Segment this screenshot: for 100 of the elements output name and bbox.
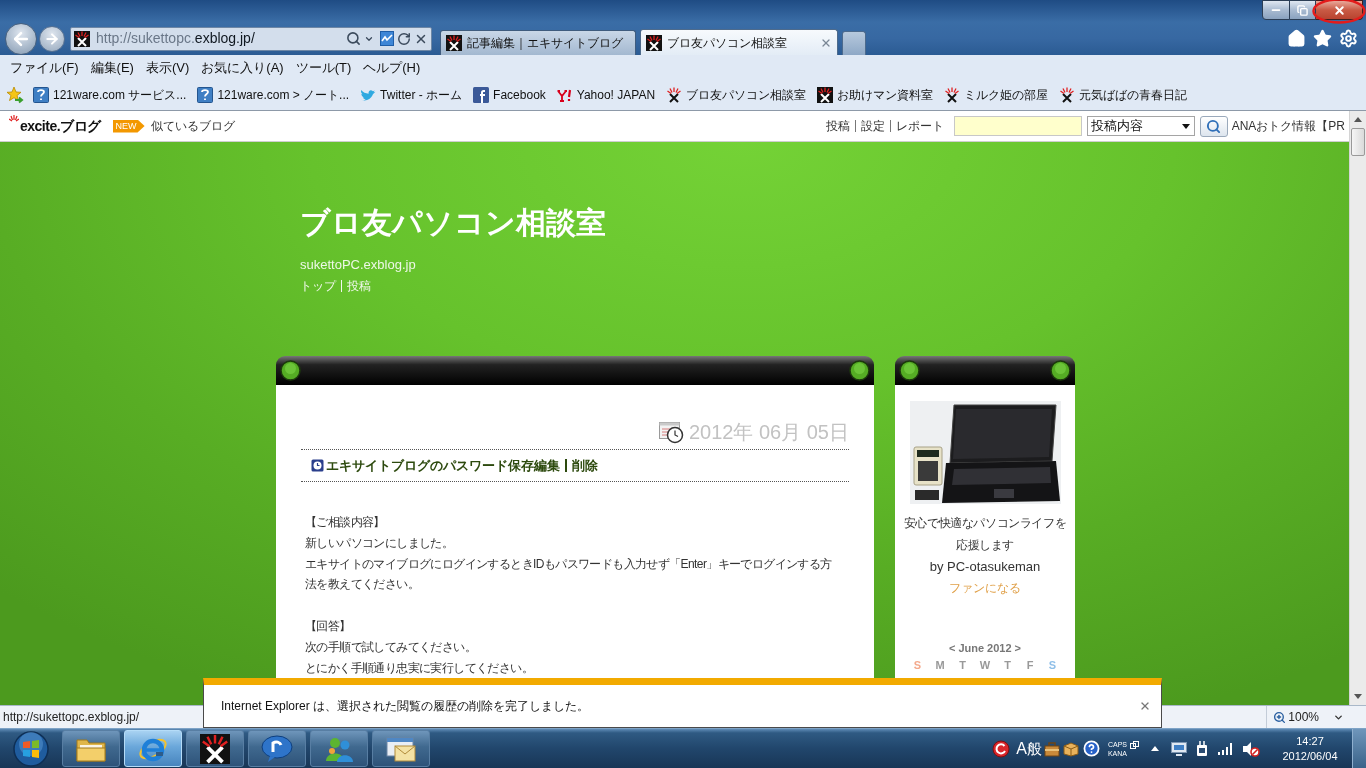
- spark-logo-icon: [446, 35, 462, 51]
- search-button[interactable]: [1199, 115, 1228, 137]
- spark-logo-icon: [646, 34, 662, 51]
- ime-conversion-label[interactable]: 般: [1026, 738, 1042, 759]
- previous-month-link[interactable]: <: [948, 640, 956, 656]
- header-link[interactable]: レポート: [895, 117, 944, 135]
- clock-date[interactable]: 2012/06/04: [1282, 748, 1338, 764]
- menu-item[interactable]: お気に入り(A): [196, 57, 289, 78]
- scroll-up-arrow-icon[interactable]: [1354, 117, 1362, 122]
- zoom-level[interactable]: 100%: [1288, 708, 1319, 726]
- ad-link[interactable]: ANAおトク情報【PR: [1231, 117, 1345, 135]
- weekday-label: T: [1003, 658, 1012, 673]
- show-desktop-button[interactable]: [1352, 729, 1366, 768]
- favorite-link[interactable]: ミルク姫の部屋: [942, 86, 1051, 104]
- forward-button[interactable]: [39, 25, 65, 52]
- post-date: 2012年 06月 05日: [688, 420, 849, 445]
- restore-button[interactable]: [1290, 0, 1316, 20]
- taskbar-app-button[interactable]: [62, 730, 120, 767]
- favorite-link[interactable]: Yahoo! JAPAN: [554, 86, 658, 104]
- start-orb-icon: [13, 730, 49, 767]
- post-text: 【回答】: [305, 618, 351, 635]
- forward-arrow-icon: [44, 30, 60, 47]
- favorite-link[interactable]: Facebook: [471, 86, 548, 104]
- back-button[interactable]: [5, 22, 37, 55]
- settings-icon[interactable]: [1339, 29, 1358, 48]
- y-logo-icon: [556, 88, 573, 102]
- new-badge: NEW: [112, 119, 145, 133]
- status-url: http://sukettopc.exblog.jp/: [3, 709, 140, 726]
- browser-tab[interactable]: 記事編集｜エキサイトブログ: [440, 30, 636, 55]
- favorite-link[interactable]: ブロ友パソコン相談室: [664, 86, 809, 104]
- favorite-link[interactable]: 121ware.com サービス...: [31, 86, 189, 104]
- round-rivet-icon: [1050, 360, 1071, 381]
- notification-message: Internet Explorer は、選択された閲覧の履歴の削除を完了しました。: [221, 698, 590, 715]
- new-tab-button[interactable]: [842, 31, 866, 55]
- taskbar-app-button[interactable]: [372, 730, 430, 767]
- favorite-link[interactable]: お助けマン資料室: [815, 86, 936, 104]
- post-title[interactable]: エキサイトブログのパスワード保存: [326, 455, 534, 476]
- address-bar[interactable]: http://sukettopc.exblog.jp/: [70, 26, 432, 51]
- window-pair-icon[interactable]: [1130, 741, 1139, 749]
- round-rivet-icon: [899, 360, 920, 381]
- favorites-star-icon[interactable]: [1313, 29, 1332, 48]
- package-icon[interactable]: [1062, 740, 1079, 757]
- ring-badge-icon[interactable]: [992, 739, 1011, 758]
- taskbar-app-button[interactable]: [186, 730, 244, 767]
- menu-item[interactable]: 表示(V): [140, 57, 195, 78]
- header-link[interactable]: 設定: [860, 117, 885, 135]
- bird-icon: [360, 88, 377, 102]
- search-icon[interactable]: [346, 31, 361, 46]
- home-icon[interactable]: [1287, 29, 1306, 48]
- refresh-icon[interactable]: [397, 31, 411, 46]
- spark-logo-icon: [666, 87, 683, 103]
- star-add-icon[interactable]: [6, 86, 24, 104]
- calendar-clock-icon: [658, 420, 684, 444]
- weekday-label: S: [912, 658, 923, 673]
- close-icon[interactable]: [1139, 700, 1151, 712]
- toolbox-icon[interactable]: [1043, 740, 1060, 757]
- question-tile-icon: [33, 87, 49, 103]
- profile-author: by PC-otasukeman: [929, 558, 1041, 576]
- menu-item[interactable]: ヘルプ(H): [358, 57, 426, 78]
- zoom-icon[interactable]: [1273, 710, 1287, 724]
- signal-bars-icon[interactable]: [1218, 742, 1234, 755]
- favorite-link[interactable]: 121ware.com > ノート...: [195, 86, 352, 104]
- ime-mode-label[interactable]: A: [1016, 738, 1027, 759]
- scroll-down-arrow-icon[interactable]: [1354, 694, 1362, 699]
- menu-item[interactable]: ファイル(F): [5, 57, 84, 78]
- dropdown-caret-icon: [1181, 123, 1190, 129]
- envelope-icon: [385, 734, 417, 763]
- post-action-link[interactable]: 削除: [572, 455, 598, 476]
- next-month-link[interactable]: >: [1014, 640, 1022, 656]
- header-link[interactable]: 投稿: [825, 117, 850, 135]
- post-text: 次の手順で試してみてください。: [305, 638, 476, 656]
- favorite-link[interactable]: 元気ばばの青春日記: [1057, 86, 1190, 104]
- post-text: エキサイトのマイブログにログインするときIDもパスワードも入力せず「Enter」キーでログインする方 法を教えてください。: [305, 555, 832, 594]
- minimize-button[interactable]: [1262, 0, 1290, 20]
- vertical-scrollbar[interactable]: [1349, 111, 1366, 705]
- question-tile-icon: [197, 87, 214, 103]
- search-scope-select[interactable]: 投稿内容: [1086, 116, 1195, 136]
- ellipse-annotation-icon: [1312, 0, 1366, 24]
- post-action-link[interactable]: 編集: [534, 455, 560, 476]
- search-field[interactable]: [953, 116, 1082, 136]
- spark-logo-icon: [200, 733, 230, 764]
- round-rivet-icon: [849, 360, 870, 381]
- similar-blogs-link[interactable]: 似ているブログ: [150, 117, 235, 135]
- weekday-label: S: [1047, 658, 1058, 673]
- post-text: 新しいパソコンにしました。: [305, 534, 454, 552]
- plug-icon[interactable]: [1196, 740, 1208, 757]
- zigzag-tile-icon[interactable]: [380, 31, 394, 46]
- weekday-label: F: [1025, 658, 1035, 673]
- triangle-up-icon[interactable]: [1151, 746, 1159, 751]
- scrollbar-thumb[interactable]: [1351, 128, 1365, 156]
- weekday-label: T: [958, 658, 967, 673]
- menu-item[interactable]: ツール(T): [290, 57, 357, 78]
- clock-time[interactable]: 14:27: [1296, 733, 1324, 749]
- browser-tab[interactable]: ブロ友パソコン相談室: [640, 29, 838, 55]
- site-logo[interactable]: excite.ブログ: [20, 115, 101, 137]
- menu-item[interactable]: 編集(E): [85, 57, 139, 78]
- help-icon[interactable]: [1082, 740, 1100, 757]
- display-icon[interactable]: [1171, 741, 1187, 756]
- favorite-link[interactable]: Twitter - ホーム: [358, 86, 465, 104]
- speaker-muted-icon[interactable]: [1242, 740, 1260, 757]
